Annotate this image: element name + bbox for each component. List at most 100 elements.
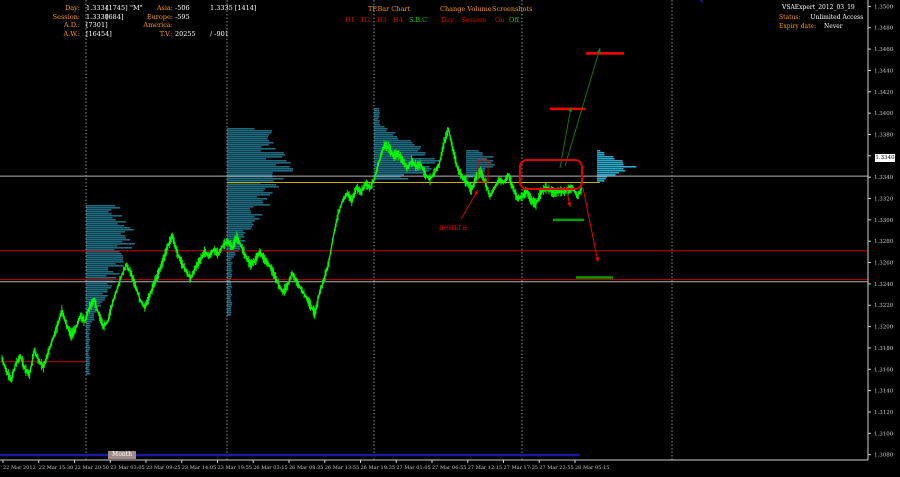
profile-bar	[86, 267, 109, 269]
profile-bar	[86, 339, 91, 341]
profile-bar	[466, 150, 479, 152]
tp-item-h1[interactable]: H1	[345, 16, 355, 24]
cv-session-button[interactable]: Session	[461, 16, 486, 24]
tp-item-h3[interactable]: H3	[377, 16, 387, 24]
profile-bar	[597, 168, 624, 170]
profile-bar	[86, 327, 90, 329]
profile-bar	[86, 277, 117, 279]
profile-bar	[227, 152, 284, 154]
profile-bar	[86, 263, 116, 265]
x-tick-label: 27 Mar 12:15	[468, 465, 502, 471]
stats-label: A.W.:	[63, 29, 80, 38]
tp-title: TP.Bar Chart	[368, 5, 411, 13]
profile-bar	[227, 158, 267, 160]
profile-bar	[227, 294, 232, 296]
period-label[interactable]: Month	[108, 451, 136, 459]
highlight-box	[519, 159, 583, 190]
x-tick-label: 22 Mar 2012	[3, 465, 36, 471]
profile-bar	[227, 186, 279, 188]
profile-bar	[86, 229, 134, 231]
cv-day-button[interactable]: Day	[441, 16, 454, 24]
profile-bar	[466, 164, 496, 166]
tp-item-h2[interactable]: H2	[361, 16, 371, 24]
screenshots-on-button[interactable]: On	[495, 16, 505, 24]
profile-bar	[86, 221, 126, 223]
profile-bar	[227, 268, 232, 270]
profile-bar	[227, 306, 232, 308]
profile-bar	[227, 220, 255, 222]
projection-arrow	[559, 106, 572, 169]
session-value: 20255	[175, 29, 196, 38]
profile-bar	[227, 164, 276, 166]
y-tick-label: 1.3320	[874, 197, 894, 203]
change-volume-title: Change Volume	[440, 5, 492, 13]
x-tick-label: 27 Mar 17:35	[504, 465, 538, 471]
profile-bar	[86, 273, 120, 275]
profile-bar	[227, 274, 233, 276]
profile-bar	[597, 162, 624, 164]
x-tick-label: 27 Mar 06:55	[432, 465, 466, 471]
profile-bar	[227, 314, 231, 316]
profile-bar	[227, 202, 264, 204]
profile-bar	[86, 271, 114, 273]
toolbar: TP.Bar Chart H1 H2 H3 H4 S.B.C Change Vo…	[0, 0, 560, 30]
profile-bar	[86, 237, 126, 239]
profile-bar	[86, 333, 90, 335]
y-tick-label: 1.3340	[874, 175, 894, 181]
profile-bar	[374, 108, 380, 110]
profile-bar	[227, 302, 233, 304]
profile-bar	[227, 178, 284, 180]
profile-bar	[227, 212, 252, 214]
time-grid	[85, 0, 673, 460]
profile-bar	[227, 156, 283, 158]
profile-bar	[374, 148, 421, 150]
profile-bar	[374, 116, 380, 118]
x-tick-label: 26 Mar 13:55	[325, 465, 359, 471]
profile-bar	[86, 243, 135, 245]
y-tick-label: 1.3160	[874, 367, 894, 373]
y-tick-label: 1.3240	[874, 282, 894, 288]
profile-bar	[227, 292, 231, 294]
time-axis: 22 Mar 2012 22 Mar 15:30 22 Mar 20:50 23 Ma…	[0, 459, 868, 471]
profile-bar	[227, 262, 233, 264]
profile-bar	[227, 142, 274, 144]
status-label: Status:	[779, 13, 801, 21]
tp-item-h4[interactable]: H4	[393, 16, 403, 24]
profile-bar	[597, 160, 623, 162]
profile-bar	[86, 219, 116, 221]
volume-profiles	[86, 108, 637, 375]
screenshots-off-button[interactable]: Off	[509, 16, 519, 24]
profile-bar	[86, 239, 131, 241]
profile-bar	[374, 124, 381, 126]
profile-bar	[227, 234, 244, 236]
profile-bar	[86, 341, 90, 343]
profile-bar	[227, 210, 251, 212]
sbc-button[interactable]: S.B.C	[409, 16, 427, 24]
profile-bar	[227, 312, 232, 314]
profile-bar	[227, 252, 236, 254]
profile-bar	[597, 154, 605, 156]
x-tick-label: 23 Mar 19:55	[218, 465, 252, 471]
profile-bar	[227, 184, 276, 186]
profile-bar	[227, 138, 268, 140]
profile-bar	[374, 144, 415, 146]
profile-bar	[374, 132, 396, 134]
expiry-value: Never	[824, 23, 843, 30]
profile-bar	[466, 168, 486, 170]
profile-bar	[86, 269, 108, 271]
profile-bar	[597, 178, 606, 180]
profile-bar	[227, 172, 273, 174]
profile-bar	[374, 112, 380, 114]
profile-bar	[86, 255, 123, 257]
profile-bar	[597, 170, 626, 172]
profile-bar	[466, 174, 477, 176]
profile-bar	[86, 337, 90, 339]
profile-bar	[227, 180, 274, 182]
profile-bar	[227, 264, 232, 266]
profile-bar	[86, 235, 126, 237]
profile-bar	[86, 259, 124, 261]
price-axis: 1.3500 1.3480 1.3460 1.3440 1.3420 1.3400 1.33…	[867, 0, 894, 460]
profile-bar	[227, 310, 231, 312]
profile-bar	[374, 128, 388, 130]
profile-bar	[374, 114, 380, 116]
